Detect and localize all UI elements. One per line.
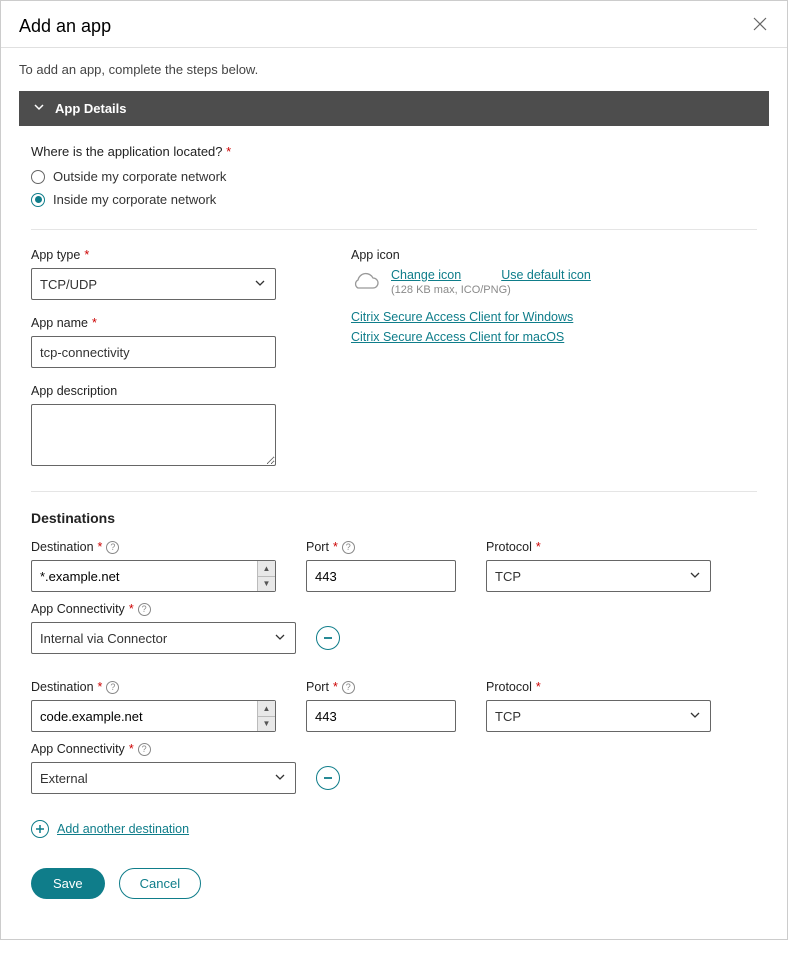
port-label: Port * ? <box>306 540 456 554</box>
remove-destination-button[interactable] <box>316 766 340 790</box>
spinner-control[interactable]: ▲▼ <box>257 701 275 731</box>
select-value: TCP <box>495 709 521 724</box>
app-description-label: App description <box>31 384 291 398</box>
cloud-icon <box>351 270 379 292</box>
location-question: Where is the application located? * <box>31 144 757 159</box>
protocol-select[interactable]: TCP <box>486 700 711 732</box>
select-value: TCP <box>495 569 521 584</box>
modal-header: Add an app <box>1 1 787 47</box>
add-destination-link[interactable]: Add another destination <box>31 820 757 838</box>
port-label: Port * ? <box>306 680 456 694</box>
remove-destination-button[interactable] <box>316 626 340 650</box>
download-macos-link[interactable]: Citrix Secure Access Client for macOS <box>351 330 691 344</box>
app-description-textarea[interactable] <box>31 404 276 466</box>
chevron-down-icon <box>253 276 267 293</box>
chevron-down-icon <box>273 630 287 647</box>
radio-icon-selected <box>31 193 45 207</box>
port-input[interactable] <box>306 700 456 732</box>
plus-icon <box>31 820 49 838</box>
app-type-select[interactable]: TCP/UDP <box>31 268 276 300</box>
app-icon-label: App icon <box>351 248 691 262</box>
help-icon[interactable]: ? <box>342 541 355 554</box>
connectivity-label: App Connectivity * ? <box>31 742 757 756</box>
protocol-label: Protocol * <box>486 680 711 694</box>
destination-label: Destination * ? <box>31 680 276 694</box>
close-icon[interactable] <box>751 15 769 37</box>
use-default-icon-link[interactable]: Use default icon <box>501 268 591 282</box>
select-value: Internal via Connector <box>40 631 167 646</box>
connectivity-select[interactable]: External <box>31 762 296 794</box>
select-value: TCP/UDP <box>40 277 97 292</box>
help-icon[interactable]: ? <box>342 681 355 694</box>
connectivity-select[interactable]: Internal via Connector <box>31 622 296 654</box>
radio-inside-network[interactable]: Inside my corporate network <box>31 192 757 207</box>
chevron-down-icon <box>688 708 702 725</box>
destinations-heading: Destinations <box>31 510 757 526</box>
destination-input[interactable] <box>31 700 276 732</box>
chevron-down-icon <box>688 568 702 585</box>
modal-title: Add an app <box>19 16 111 37</box>
change-icon-link[interactable]: Change icon <box>391 268 461 282</box>
chevron-down-icon <box>273 770 287 787</box>
section-app-details[interactable]: App Details <box>19 91 769 126</box>
help-icon[interactable]: ? <box>138 743 151 756</box>
divider <box>31 229 757 230</box>
intro-text: To add an app, complete the steps below. <box>1 48 787 91</box>
destination-input[interactable] <box>31 560 276 592</box>
connectivity-label: App Connectivity * ? <box>31 602 757 616</box>
cancel-button[interactable]: Cancel <box>119 868 201 899</box>
select-value: External <box>40 771 88 786</box>
radio-label: Inside my corporate network <box>53 192 216 207</box>
download-windows-link[interactable]: Citrix Secure Access Client for Windows <box>351 310 691 324</box>
spinner-control[interactable]: ▲▼ <box>257 561 275 591</box>
help-icon[interactable]: ? <box>138 603 151 616</box>
app-name-input[interactable] <box>31 336 276 368</box>
save-button[interactable]: Save <box>31 868 105 899</box>
help-icon[interactable]: ? <box>106 541 119 554</box>
destination-row: Destination * ? ▲▼ Port * ? Protocol * <box>31 680 757 732</box>
chevron-down-icon <box>33 101 45 116</box>
destination-label: Destination * ? <box>31 540 276 554</box>
divider <box>31 491 757 492</box>
add-destination-label: Add another destination <box>57 822 189 836</box>
protocol-label: Protocol * <box>486 540 711 554</box>
radio-icon <box>31 170 45 184</box>
app-type-label: App type * <box>31 248 291 262</box>
section-title: App Details <box>55 101 127 116</box>
radio-label: Outside my corporate network <box>53 169 226 184</box>
icon-hint: (128 KB max, ICO/PNG) <box>391 284 591 296</box>
add-app-modal: Add an app To add an app, complete the s… <box>0 0 788 940</box>
destination-row: Destination * ? ▲▼ Port * ? Protocol * <box>31 540 757 592</box>
radio-outside-network[interactable]: Outside my corporate network <box>31 169 757 184</box>
help-icon[interactable]: ? <box>106 681 119 694</box>
protocol-select[interactable]: TCP <box>486 560 711 592</box>
app-name-label: App name * <box>31 316 291 330</box>
port-input[interactable] <box>306 560 456 592</box>
